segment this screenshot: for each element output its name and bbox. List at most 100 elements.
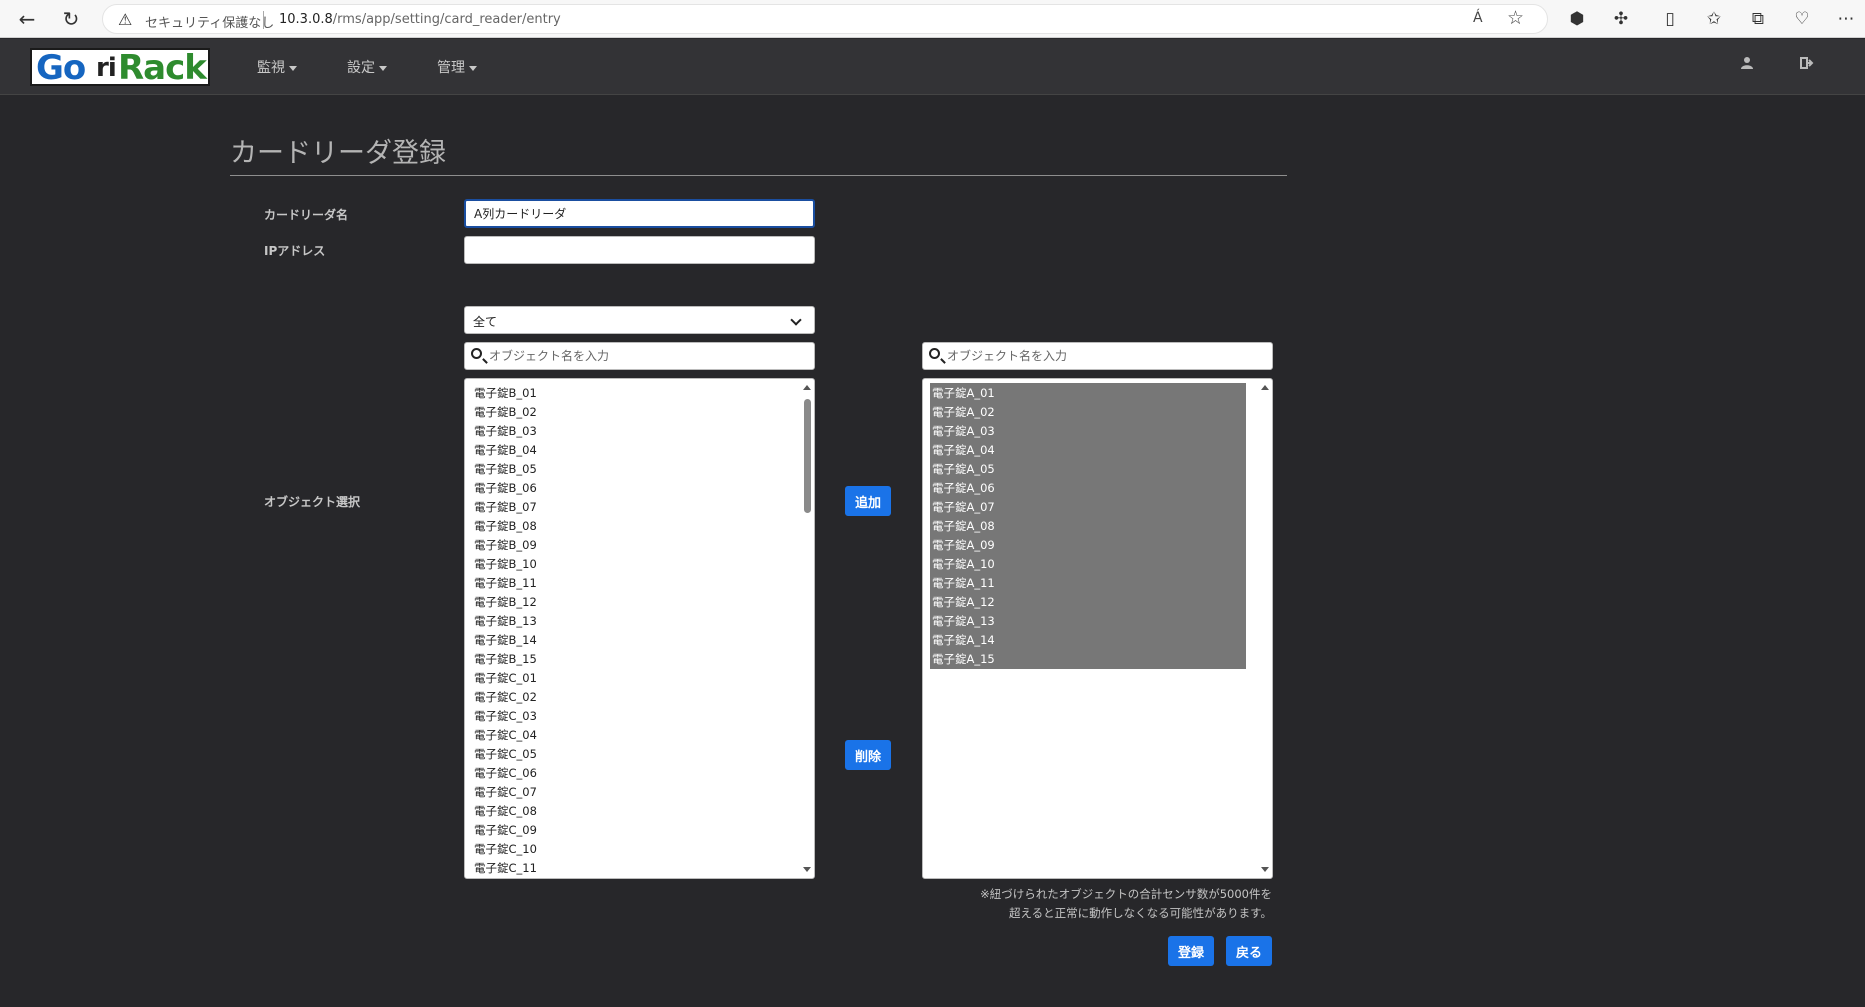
menu-admin[interactable]: 管理	[437, 57, 477, 77]
selected-object-item[interactable]: 電子錠A_14	[930, 631, 1246, 650]
selected-objects-list[interactable]: 電子錠A_01 電子錠A_02 電子錠A_03 電子錠A_04 電子錠A_05 電子錠A_…	[922, 378, 1273, 879]
available-object-item[interactable]: 電子錠C_01	[474, 669, 537, 688]
available-object-item[interactable]: 電子錠B_06	[474, 479, 537, 498]
selected-search[interactable]	[922, 342, 1273, 370]
available-object-item[interactable]: 電子錠C_09	[474, 821, 537, 840]
logo-rack: Rack	[118, 48, 207, 88]
user-icon[interactable]	[1740, 55, 1754, 74]
available-object-item[interactable]: 電子錠C_10	[474, 840, 537, 859]
sign-out-icon[interactable]	[1800, 55, 1814, 74]
available-items: 電子錠B_01 電子錠B_02 電子錠B_03 電子錠B_04 電子錠B_05 電子錠B_…	[474, 384, 537, 878]
scrollbar-thumb[interactable]	[804, 399, 811, 513]
available-object-item[interactable]: 電子錠C_06	[474, 764, 537, 783]
reload-icon[interactable]: ↻	[58, 6, 84, 32]
split-screen-icon[interactable]: ▯	[1658, 7, 1682, 31]
note-line-2: 超えると正常に動作しなくなる可能性があります。	[1008, 906, 1272, 920]
reader-name-input[interactable]	[464, 199, 815, 228]
back-button[interactable]: 戻る	[1226, 936, 1272, 966]
ip-address-label: IPアドレス	[264, 244, 326, 258]
selected-object-item[interactable]: 電子錠A_05	[930, 460, 1246, 479]
available-object-item[interactable]: 電子錠B_01	[474, 384, 537, 403]
menu-monitor[interactable]: 監視	[257, 57, 297, 77]
extensions-puzzle-icon[interactable]: ✣	[1609, 7, 1633, 31]
available-object-item[interactable]: 電子錠C_08	[474, 802, 537, 821]
scroll-down-arrow-icon[interactable]	[803, 867, 811, 872]
url-path: /rms/app/setting/card_reader/entry	[332, 12, 561, 27]
available-object-item[interactable]: 電子錠B_08	[474, 517, 537, 536]
search-icon	[471, 348, 482, 359]
selected-object-item[interactable]: 電子錠A_02	[930, 403, 1246, 422]
selected-object-item[interactable]: 電子錠A_10	[930, 555, 1246, 574]
available-object-item[interactable]: 電子錠C_11	[474, 859, 537, 878]
scroll-up-arrow-icon[interactable]	[803, 385, 811, 390]
selected-object-item[interactable]: 電子錠A_07	[930, 498, 1246, 517]
available-object-item[interactable]: 電子錠C_03	[474, 707, 537, 726]
available-object-item[interactable]: 電子錠C_04	[474, 726, 537, 745]
add-button[interactable]: 追加	[845, 486, 891, 516]
back-arrow-icon[interactable]: ←	[14, 6, 40, 32]
ip-address-input[interactable]	[464, 236, 815, 264]
note-line-1: ※紐づけられたオブジェクトの合計センサ数が5000件を	[980, 887, 1272, 901]
available-search-input[interactable]	[489, 345, 809, 367]
security-status: セキュリティ保護なし	[145, 16, 275, 31]
read-aloud-icon[interactable]: Á	[1473, 10, 1483, 26]
available-object-item[interactable]: 電子錠C_07	[474, 783, 537, 802]
available-object-item[interactable]: 電子錠B_11	[474, 574, 537, 593]
collections-icon[interactable]: ⧉	[1746, 7, 1770, 31]
available-object-item[interactable]: 電子錠B_05	[474, 460, 537, 479]
selected-object-item[interactable]: 電子錠A_01	[930, 384, 1246, 403]
available-object-item[interactable]: 電子錠C_02	[474, 688, 537, 707]
available-search[interactable]	[464, 342, 815, 370]
favorite-star-icon[interactable]: ☆	[1507, 7, 1524, 29]
browser-essentials-icon[interactable]: ♡	[1790, 7, 1814, 31]
available-object-item[interactable]: 電子錠C_05	[474, 745, 537, 764]
browser-toolbar: ← ↻ ⚠ セキュリティ保護なし 10.3.0.8/rms/app/settin…	[0, 0, 1865, 38]
available-object-item[interactable]: 電子錠B_13	[474, 612, 537, 631]
caret-down-icon	[289, 65, 297, 71]
url-text[interactable]: 10.3.0.8/rms/app/setting/card_reader/ent…	[279, 12, 561, 27]
selected-object-item[interactable]: 電子錠A_13	[930, 612, 1246, 631]
address-bar[interactable]: ⚠ セキュリティ保護なし 10.3.0.8/rms/app/setting/ca…	[102, 4, 1548, 34]
gorirack-logo[interactable]: Go ri Rack	[30, 48, 210, 86]
scroll-down-arrow-icon[interactable]	[1261, 867, 1269, 872]
object-select-label: オブジェクト選択	[264, 495, 361, 509]
logo-go: Go	[36, 48, 86, 88]
register-button[interactable]: 登録	[1168, 936, 1214, 966]
address-separator	[263, 11, 264, 29]
available-object-item[interactable]: 電子錠B_14	[474, 631, 537, 650]
object-type-select[interactable]: 全て	[464, 306, 815, 334]
chevron-down-icon	[790, 314, 802, 326]
available-objects-list[interactable]: 電子錠B_01 電子錠B_02 電子錠B_03 電子錠B_04 電子錠B_05 電子錠B_…	[464, 378, 815, 879]
selected-items: 電子錠A_01 電子錠A_02 電子錠A_03 電子錠A_04 電子錠A_05 電子錠A_…	[930, 383, 1246, 669]
menu-settings[interactable]: 設定	[347, 57, 387, 77]
sensor-limit-note: ※紐づけられたオブジェクトの合計センサ数が5000件を 超えると正常に動作しなく…	[980, 885, 1272, 923]
selected-object-item[interactable]: 電子錠A_03	[930, 422, 1246, 441]
available-object-item[interactable]: 電子錠B_09	[474, 536, 537, 555]
remove-button[interactable]: 削除	[845, 740, 891, 770]
selected-object-item[interactable]: 電子錠A_11	[930, 574, 1246, 593]
search-icon	[929, 348, 940, 359]
warning-icon: ⚠	[118, 10, 133, 29]
favorites-icon[interactable]: ✩	[1702, 7, 1726, 31]
selected-object-item[interactable]: 電子錠A_12	[930, 593, 1246, 612]
available-object-item[interactable]: 電子錠B_04	[474, 441, 537, 460]
available-object-item[interactable]: 電子錠B_10	[474, 555, 537, 574]
selected-object-item[interactable]: 電子錠A_15	[930, 650, 1246, 669]
selected-object-item[interactable]: 電子錠A_08	[930, 517, 1246, 536]
available-object-item[interactable]: 電子錠B_15	[474, 650, 537, 669]
available-object-item[interactable]: 電子錠B_03	[474, 422, 537, 441]
available-object-item[interactable]: 電子錠B_12	[474, 593, 537, 612]
url-host: 10.3.0.8	[279, 12, 333, 27]
selected-object-item[interactable]: 電子錠A_09	[930, 536, 1246, 555]
shield-extension-icon[interactable]: ⬢	[1565, 7, 1589, 31]
available-object-item[interactable]: 電子錠B_02	[474, 403, 537, 422]
selected-object-item[interactable]: 電子錠A_06	[930, 479, 1246, 498]
selected-object-item[interactable]: 電子錠A_04	[930, 441, 1246, 460]
caret-down-icon	[469, 65, 477, 71]
selected-search-input[interactable]	[947, 345, 1267, 367]
caret-down-icon	[379, 65, 387, 71]
available-object-item[interactable]: 電子錠B_07	[474, 498, 537, 517]
menu-settings-label: 設定	[347, 60, 375, 76]
scroll-up-arrow-icon[interactable]	[1261, 385, 1269, 390]
more-menu-icon[interactable]: ⋯	[1834, 7, 1858, 31]
